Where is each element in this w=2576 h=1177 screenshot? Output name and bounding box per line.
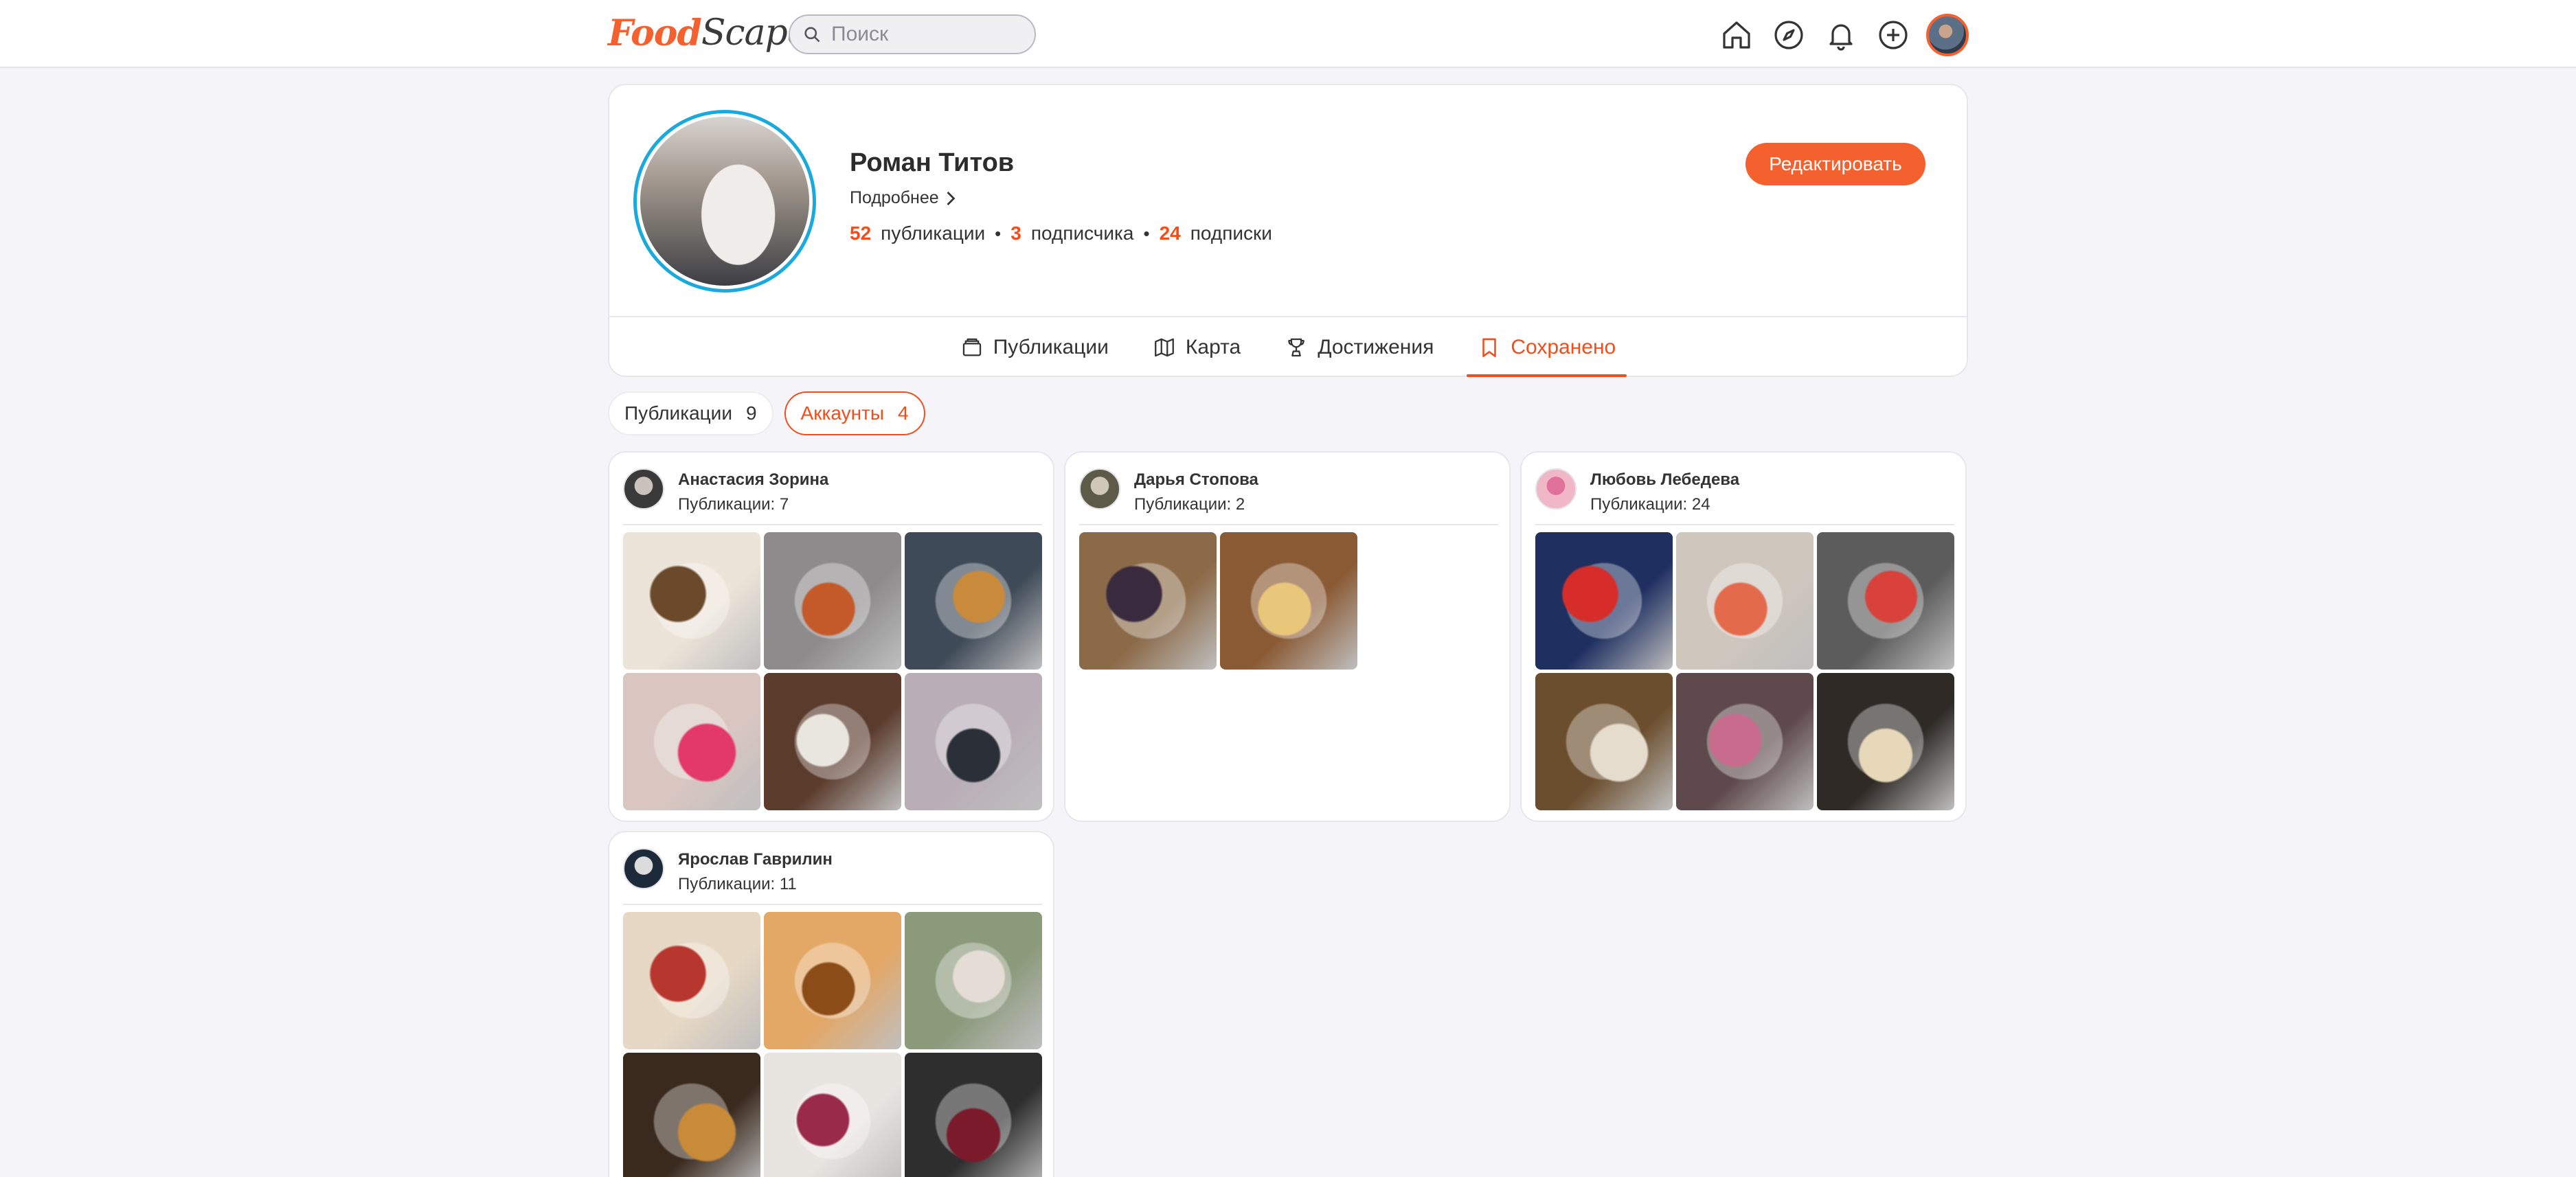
notifications-icon[interactable]	[1822, 16, 1860, 54]
tab-label: Публикации	[993, 335, 1109, 358]
profile-name: Роман Титов	[850, 148, 1015, 177]
trophy-icon	[1288, 338, 1304, 356]
account-name[interactable]: Любовь Лебедева	[1590, 470, 1739, 490]
account-header: Анастасия Зорина Публикации: 7	[623, 465, 1042, 514]
photo-grid	[1535, 532, 1954, 810]
saved-photo[interactable]	[623, 532, 760, 670]
account-header: Дарья Стопова Публикации: 2	[1079, 465, 1498, 514]
tab-achievements[interactable]: Достижения	[1285, 317, 1434, 377]
publications-label[interactable]: публикации	[881, 222, 985, 244]
tab-publications[interactable]: Публикации	[960, 317, 1109, 377]
chip-count: 9	[745, 402, 757, 424]
nav-icons	[1717, 14, 1969, 56]
more-link[interactable]: Подробнее	[850, 188, 957, 208]
account-name[interactable]: Ярослав Гаврилин	[678, 850, 833, 869]
edit-profile-button[interactable]: Редактировать	[1745, 143, 1925, 185]
account-card[interactable]: Анастасия Зорина Публикации: 7	[608, 451, 1054, 822]
account-avatar[interactable]	[1535, 468, 1577, 510]
chip-count: 4	[898, 402, 909, 424]
saved-photo[interactable]	[764, 532, 901, 670]
chip-accounts[interactable]: Аккаунты 4	[784, 391, 925, 435]
saved-photo[interactable]	[1535, 532, 1673, 670]
saved-photo[interactable]	[1676, 673, 1814, 810]
stat-separator: •	[1143, 222, 1150, 244]
saved-photo[interactable]	[905, 912, 1042, 1049]
saved-filter-chips: Публикации 9 Аккаунты 4	[608, 391, 936, 435]
saved-photo[interactable]	[1817, 673, 1954, 810]
following-label[interactable]: подписки	[1190, 222, 1272, 244]
logo-food: Food	[608, 12, 702, 54]
photo-grid	[623, 912, 1042, 1177]
saved-photo[interactable]	[1220, 532, 1357, 670]
profile-photo	[640, 117, 809, 286]
photo-grid	[623, 532, 1042, 810]
add-icon[interactable]	[1874, 16, 1912, 54]
saved-photo[interactable]	[905, 1053, 1042, 1177]
saved-photo[interactable]	[623, 912, 760, 1049]
saved-photo[interactable]	[764, 1053, 901, 1177]
profile-card: Роман Титов Подробнее 52 публикации • 3 …	[608, 84, 1968, 377]
account-publications: Публикации: 7	[678, 495, 789, 514]
home-icon[interactable]	[1717, 16, 1756, 54]
tray-icon	[962, 338, 981, 356]
following-count: 24	[1159, 222, 1181, 244]
account-card[interactable]: Ярослав Гаврилин Публикации: 11	[608, 831, 1054, 1177]
followers-label[interactable]: подписчика	[1031, 222, 1134, 244]
account-header: Ярослав Гаврилин Публикации: 11	[623, 845, 1042, 893]
saved-photo[interactable]	[1676, 532, 1814, 670]
account-avatar[interactable]	[623, 848, 664, 889]
account-publications: Публикации: 24	[1590, 495, 1710, 514]
chevron-right-icon	[947, 191, 956, 205]
account-card[interactable]: Дарья Стопова Публикации: 2	[1064, 451, 1511, 822]
saved-photo[interactable]	[905, 532, 1042, 670]
tab-label: Достижения	[1318, 335, 1434, 358]
profile-stats: 52 публикации • 3 подписчика • 24 подпис…	[850, 222, 1272, 244]
search-icon	[804, 27, 820, 43]
logo[interactable]: Food Scape	[608, 8, 809, 58]
account-avatar[interactable]	[623, 468, 664, 510]
tab-label: Сохранено	[1511, 335, 1616, 358]
publications-count: 52	[850, 222, 872, 244]
bookmark-icon	[1482, 338, 1497, 357]
saved-photo[interactable]	[1535, 673, 1673, 810]
account-header: Любовь Лебедева Публикации: 24	[1535, 465, 1954, 514]
tab-saved[interactable]: Сохранено	[1467, 317, 1627, 377]
saved-photo[interactable]	[1079, 532, 1217, 670]
top-header: Food Scape	[0, 0, 2576, 68]
account-card[interactable]: Любовь Лебедева Публикации: 24	[1520, 451, 1967, 822]
profile-avatar[interactable]	[633, 110, 816, 293]
account-avatar[interactable]	[1079, 468, 1120, 510]
tab-label: Карта	[1185, 335, 1241, 358]
search-box[interactable]	[789, 14, 1036, 54]
saved-photo[interactable]	[1817, 532, 1954, 670]
stat-separator: •	[995, 222, 1002, 244]
saved-photo[interactable]	[764, 912, 901, 1049]
avatar[interactable]	[1926, 14, 1969, 56]
account-name[interactable]: Дарья Стопова	[1134, 470, 1258, 490]
account-publications: Публикации: 2	[1134, 495, 1245, 514]
saved-photo[interactable]	[764, 673, 901, 810]
saved-photo[interactable]	[623, 1053, 760, 1177]
divider	[1535, 524, 1954, 525]
divider	[623, 524, 1042, 525]
photo-grid	[1079, 532, 1498, 670]
explore-icon[interactable]	[1770, 16, 1808, 54]
more-label: Подробнее	[850, 188, 939, 207]
account-name[interactable]: Анастасия Зорина	[678, 470, 828, 490]
profile-tabs: Публикации Карта Достижения Сохранено	[609, 317, 1967, 377]
divider	[623, 904, 1042, 905]
chip-label: Аккаунты	[800, 402, 884, 424]
account-publications: Публикации: 11	[678, 875, 797, 893]
search-input[interactable]	[831, 23, 1024, 46]
followers-count: 3	[1010, 222, 1021, 244]
tab-map[interactable]: Карта	[1153, 317, 1241, 377]
chip-label: Публикации	[624, 402, 732, 424]
saved-photo[interactable]	[623, 673, 760, 810]
map-icon	[1155, 338, 1174, 356]
saved-photo[interactable]	[905, 673, 1042, 810]
chip-publications[interactable]: Публикации 9	[608, 391, 773, 435]
divider	[1079, 524, 1498, 525]
